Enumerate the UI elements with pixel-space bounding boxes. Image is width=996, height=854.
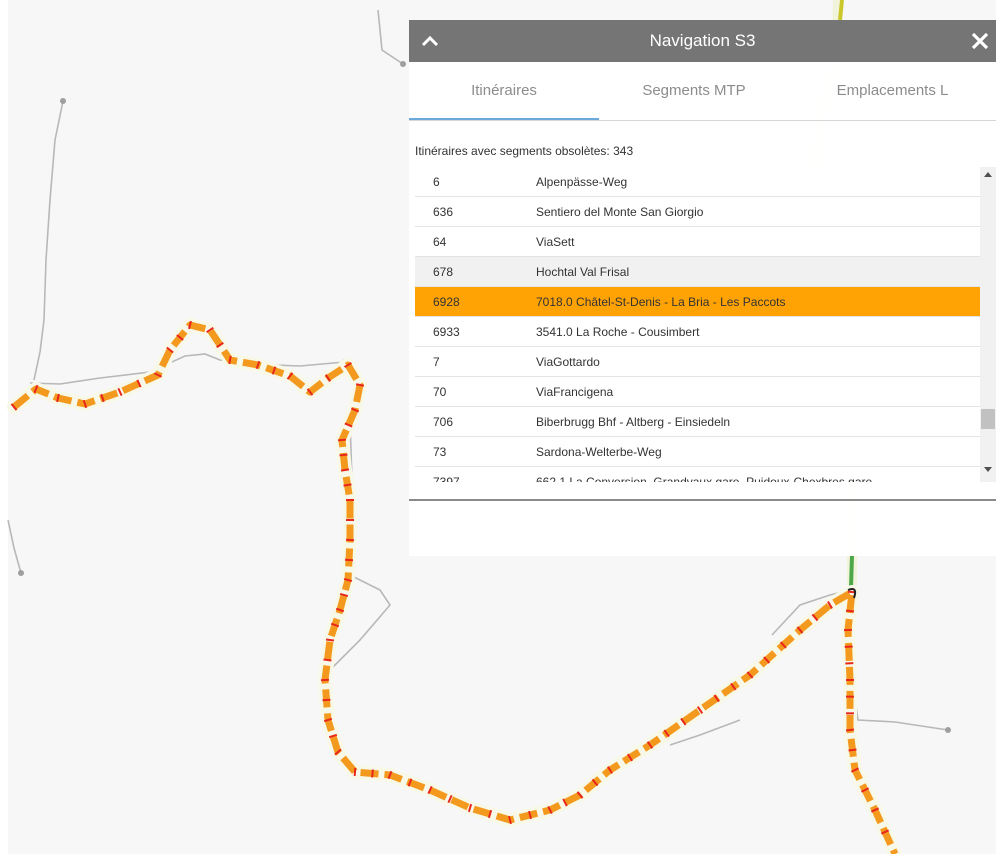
itinerary-id: 73: [433, 445, 447, 459]
trail-segment: [849, 554, 854, 589]
itinerary-id: 706: [433, 415, 454, 429]
itinerary-id: 6933: [433, 325, 460, 339]
route-marker: [340, 468, 350, 472]
route-marker: [845, 728, 855, 732]
itinerary-id: 6: [433, 175, 440, 189]
tab-itineraires[interactable]: Itinéraires: [409, 62, 599, 120]
itinerary-id: 7: [433, 355, 440, 369]
obsolete-summary: Itinéraires avec segments obsolètes: 343: [415, 144, 634, 158]
panel-header: Navigation S3: [409, 20, 996, 62]
list-item[interactable]: 6928 7018.0 Châtel-St-Denis - La Bria - L…: [415, 287, 980, 317]
path-node: [400, 61, 406, 67]
scroll-down-button[interactable]: [980, 461, 996, 477]
route-marker: [845, 609, 855, 613]
itinerary-id: 6928: [433, 295, 460, 309]
itinerary-name: Alpenpässe-Weg: [536, 175, 628, 189]
itinerary-name: 7018.0 Châtel-St-Denis - La Bria - Les P…: [536, 295, 786, 309]
route-marker: [339, 453, 348, 457]
itinerary-name: ViaGottardo: [536, 355, 600, 369]
path-node: [945, 727, 951, 733]
tab-bar: Itinéraires Segments MTP Emplacements L: [409, 62, 996, 121]
close-button[interactable]: [968, 29, 992, 53]
list-item[interactable]: 678 Hochtal Val Frisal: [415, 257, 980, 287]
route-marker: [320, 678, 330, 682]
route-marker: [322, 698, 331, 702]
scroll-down-arrow-icon: [984, 467, 992, 472]
trail-segment: [838, 0, 844, 21]
panel-divider: [409, 499, 996, 501]
route-marker: [848, 748, 857, 752]
route-marker: [353, 767, 357, 777]
itinerary-name: Sardona-Welterbe-Weg: [536, 445, 662, 459]
route-marker: [371, 769, 374, 778]
route-marker: [343, 483, 352, 487]
list-item[interactable]: 7397 662.1 La Conversion, Grandvaux gare,…: [415, 467, 980, 482]
list-scrollbar[interactable]: [980, 167, 996, 482]
itinerary-list: 6 Alpenpässe-Weg 636 Sentiero del Monte San…: [415, 167, 996, 482]
itinerary-name: Hochtal Val Frisal: [536, 265, 630, 279]
list-item[interactable]: 7 ViaGottardo: [415, 347, 980, 377]
panel-title: Navigation S3: [649, 31, 756, 50]
list-item[interactable]: 6 Alpenpässe-Weg: [415, 167, 980, 197]
scroll-thumb[interactable]: [981, 409, 995, 429]
itinerary-name: ViaFrancigena: [536, 385, 614, 399]
scroll-up-button[interactable]: [980, 167, 996, 183]
tab-segments-mtp[interactable]: Segments MTP: [599, 62, 789, 120]
active-tab-indicator: [409, 118, 599, 120]
tab-emplacements-l[interactable]: Emplacements L: [789, 62, 996, 120]
path-node: [18, 570, 24, 576]
list-item[interactable]: 73 Sardona-Welterbe-Weg: [415, 437, 980, 467]
list-item[interactable]: 70 ViaFrancigena: [415, 377, 980, 407]
navigation-panel: Navigation S3 Itinéraires Segments MTP E…: [409, 20, 996, 556]
itinerary-id: 678: [433, 265, 454, 279]
itinerary-name: 3541.0 La Roche - Cousimbert: [536, 325, 700, 339]
list-item[interactable]: 64 ViaSett: [415, 227, 980, 257]
route-marker: [325, 638, 335, 642]
itinerary-id: 7397: [433, 475, 460, 482]
list-item[interactable]: 706 Biberbrugg Bhf - Altberg - Einsiedeln: [415, 407, 980, 437]
itinerary-id: 64: [433, 235, 447, 249]
path-node: [60, 98, 66, 104]
close-icon: [971, 32, 989, 50]
itinerary-name: Biberbrugg Bhf - Altberg - Einsiedeln: [536, 415, 731, 429]
route-marker: [228, 355, 232, 365]
itinerary-name: Sentiero del Monte San Giorgio: [536, 205, 704, 219]
route-marker: [337, 438, 347, 442]
itinerary-name: 662.1 La Conversion, Grandvaux gare, Pui…: [536, 475, 873, 482]
itinerary-name: ViaSett: [536, 235, 575, 249]
scroll-up-arrow-icon: [984, 172, 992, 177]
list-item[interactable]: 6933 3541.0 La Roche - Cousimbert: [415, 317, 980, 347]
route-marker: [323, 658, 332, 662]
list-item[interactable]: 636 Sentiero del Monte San Giorgio: [415, 197, 980, 227]
itinerary-id: 70: [433, 385, 447, 399]
itinerary-id: 636: [433, 205, 454, 219]
